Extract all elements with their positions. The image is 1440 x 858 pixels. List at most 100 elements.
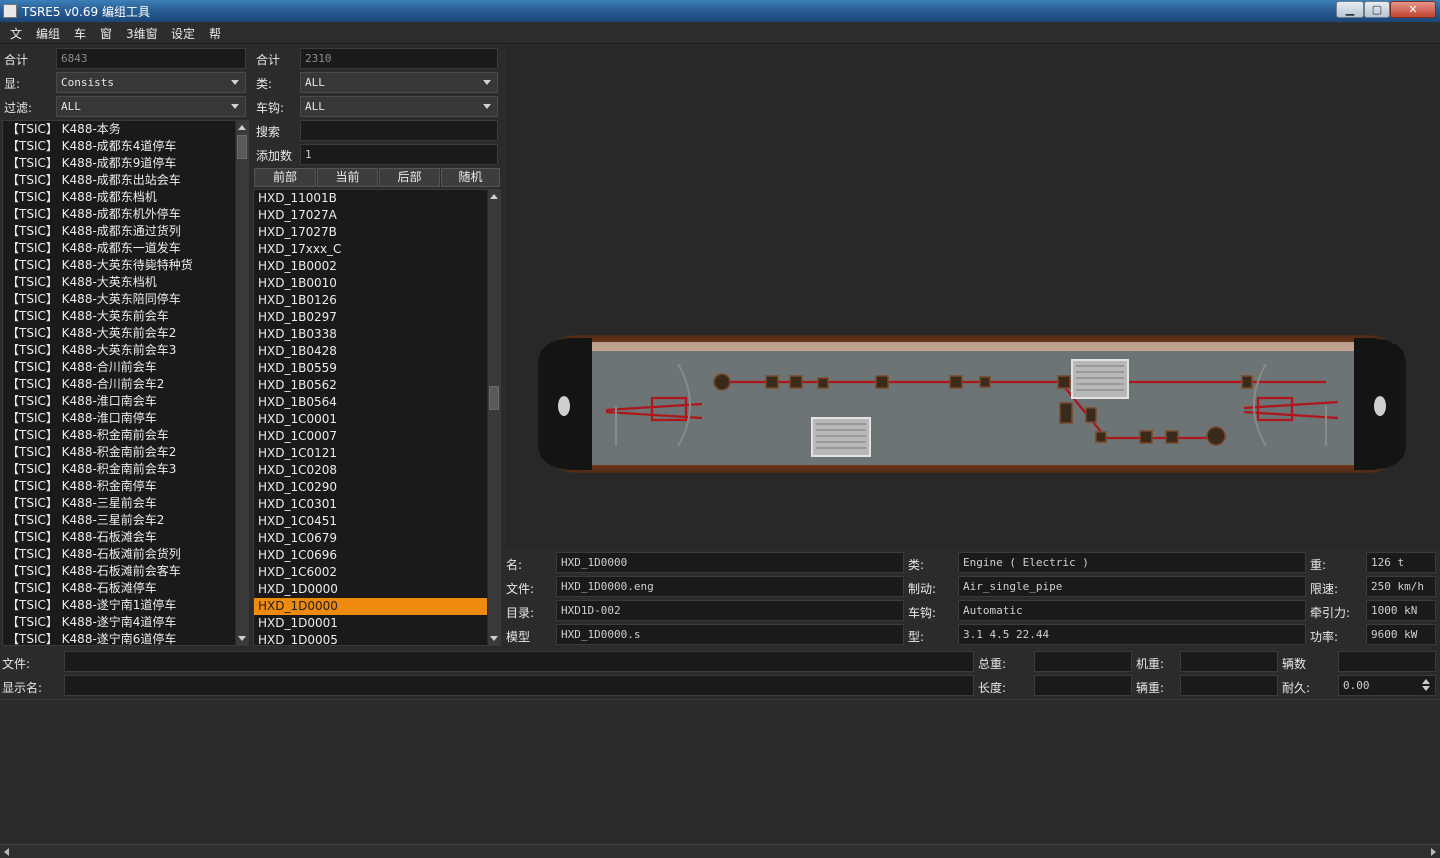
scroll-down-icon[interactable] bbox=[490, 636, 498, 641]
add-front-button[interactable]: 前部 bbox=[254, 168, 316, 187]
engine-list-scrollbar[interactable] bbox=[487, 190, 500, 645]
display-name-label: 显示名: bbox=[2, 681, 43, 695]
engine-list-item[interactable]: HXD_1C0121 bbox=[254, 445, 500, 462]
display-select[interactable]: Consists bbox=[56, 72, 246, 93]
consist-file-input[interactable] bbox=[64, 651, 974, 672]
consist-list-item[interactable]: 【TSIC】 K488-遂宁南1道停车 bbox=[3, 597, 248, 614]
engine-list-item[interactable]: HXD_1D0001 bbox=[254, 615, 500, 632]
engine-list-item[interactable]: HXD_1B0297 bbox=[254, 309, 500, 326]
engine-list-item[interactable]: HXD_1C0290 bbox=[254, 479, 500, 496]
engine-list-item[interactable]: HXD_1B0559 bbox=[254, 360, 500, 377]
display-name-input[interactable] bbox=[64, 675, 974, 696]
add-current-button[interactable]: 当前 bbox=[317, 168, 378, 187]
consist-list-item[interactable]: 【TSIC】 K488-积金南前会车 bbox=[3, 427, 248, 444]
consist-list-item[interactable]: 【TSIC】 K488-大英东待毙特种货 bbox=[3, 257, 248, 274]
scroll-up-icon[interactable] bbox=[490, 194, 498, 199]
engine-list-item[interactable]: HXD_1B0564 bbox=[254, 394, 500, 411]
consist-list-item[interactable]: 【TSIC】 K488-合川前会车2 bbox=[3, 376, 248, 393]
engine-list-item[interactable]: HXD_1D0005 bbox=[254, 632, 500, 645]
consist-list-item[interactable]: 【TSIC】 K488-大英东前会车3 bbox=[3, 342, 248, 359]
consist-list-item[interactable]: 【TSIC】 K488-石板滩前会客车 bbox=[3, 563, 248, 580]
scroll-thumb[interactable] bbox=[489, 386, 499, 410]
menu-help[interactable]: 帮 bbox=[209, 25, 221, 42]
engine-list-item[interactable]: HXD_1D0000 bbox=[254, 598, 500, 615]
consist-list-item[interactable]: 【TSIC】 K488-石板滩前会货列 bbox=[3, 546, 248, 563]
consist-list-item[interactable]: 【TSIC】 K488-遂宁南4道停车 bbox=[3, 614, 248, 631]
scroll-right-icon[interactable] bbox=[1431, 848, 1436, 856]
consist-list-item[interactable]: 【TSIC】 K488-三星前会车 bbox=[3, 495, 248, 512]
menu-car[interactable]: 车 bbox=[74, 25, 86, 42]
consist-list-item[interactable]: 【TSIC】 K488-成都东档机 bbox=[3, 189, 248, 206]
engine-list-item[interactable]: HXD_1B0002 bbox=[254, 258, 500, 275]
consist-list-item[interactable]: 【TSIC】 K488-三星前会车2 bbox=[3, 512, 248, 529]
engine-list-item[interactable]: HXD_1B0428 bbox=[254, 343, 500, 360]
consist-horizontal-scrollbar[interactable] bbox=[0, 844, 1440, 858]
consist-list[interactable]: 【TSIC】 K488-本务 【TSIC】 K488-成都东4道停车 【TSIC】 … bbox=[2, 120, 249, 646]
consist-list-item[interactable]: 【TSIC】 K488-大英东陪同停车 bbox=[3, 291, 248, 308]
engine-list-item[interactable]: HXD_1C0001 bbox=[254, 411, 500, 428]
engine-list-item[interactable]: HXD_1B0126 bbox=[254, 292, 500, 309]
title-bar[interactable]: TSRE5 v0.69 编组工具 ▁ ▢ ✕ bbox=[0, 0, 1440, 22]
consist-list-item[interactable]: 【TSIC】 K488-成都东一道发车 bbox=[3, 240, 248, 257]
consist-editor-area[interactable] bbox=[0, 699, 1440, 844]
maximize-button[interactable]: ▢ bbox=[1364, 1, 1390, 18]
consist-list-item[interactable]: 【TSIC】 K488-遂宁南6道停车 bbox=[3, 631, 248, 645]
menu-3d-window[interactable]: 3维窗 bbox=[126, 25, 158, 42]
durability-spinbox[interactable]: 0.00 bbox=[1338, 675, 1436, 696]
add-back-button[interactable]: 后部 bbox=[379, 168, 440, 187]
consist-list-item[interactable]: 【TSIC】 K488-成都东9道停车 bbox=[3, 155, 248, 172]
engine-list-item[interactable]: HXD_1C0301 bbox=[254, 496, 500, 513]
consist-list-item[interactable]: 【TSIC】 K488-本务 bbox=[3, 121, 248, 138]
consist-list-item[interactable]: 【TSIC】 K488-淮口南会车 bbox=[3, 393, 248, 410]
consist-list-item[interactable]: 【TSIC】 K488-石板滩会车 bbox=[3, 529, 248, 546]
scroll-thumb[interactable] bbox=[237, 135, 247, 159]
consist-list-item[interactable]: 【TSIC】 K488-淮口南停车 bbox=[3, 410, 248, 427]
filter-select[interactable]: ALL bbox=[56, 96, 246, 117]
spin-arrows-icon[interactable] bbox=[1422, 679, 1431, 691]
minimize-button[interactable]: ▁ bbox=[1336, 1, 1364, 18]
engine-list-item[interactable]: HXD_1C0679 bbox=[254, 530, 500, 547]
3d-preview-viewport[interactable] bbox=[506, 46, 1440, 549]
add-count-input[interactable]: 1 bbox=[300, 144, 498, 165]
engine-list[interactable]: HXD_11001B HXD_17027A HXD_17027B HXD_17xxx_… bbox=[253, 189, 501, 646]
scroll-down-icon[interactable] bbox=[238, 636, 246, 641]
consist-list-item[interactable]: 【TSIC】 K488-积金南前会车3 bbox=[3, 461, 248, 478]
engine-list-item[interactable]: HXD_1B0010 bbox=[254, 275, 500, 292]
consist-list-item[interactable]: 【TSIC】 K488-石板滩停车 bbox=[3, 580, 248, 597]
consist-list-item[interactable]: 【TSIC】 K488-成都东4道停车 bbox=[3, 138, 248, 155]
type-select[interactable]: ALL bbox=[300, 72, 498, 93]
consist-list-item[interactable]: 【TSIC】 K488-积金南前会车2 bbox=[3, 444, 248, 461]
menu-consist[interactable]: 编组 bbox=[36, 25, 60, 42]
consist-list-scrollbar[interactable] bbox=[235, 121, 248, 645]
consist-list-item[interactable]: 【TSIC】 K488-积金南停车 bbox=[3, 478, 248, 495]
close-button[interactable]: ✕ bbox=[1390, 1, 1436, 18]
consist-list-item[interactable]: 【TSIC】 K488-成都东通过货列 bbox=[3, 223, 248, 240]
engine-list-item[interactable]: HXD_11001B bbox=[254, 190, 500, 207]
add-random-button[interactable]: 随机 bbox=[441, 168, 500, 187]
engine-list-item[interactable]: HXD_1C0451 bbox=[254, 513, 500, 530]
coupler-select[interactable]: ALL bbox=[300, 96, 498, 117]
menu-file[interactable]: 文 bbox=[10, 25, 22, 42]
consist-list-item[interactable]: 【TSIC】 K488-大英东前会车2 bbox=[3, 325, 248, 342]
engine-list-item[interactable]: HXD_17027A bbox=[254, 207, 500, 224]
engine-list-item[interactable]: HXD_17xxx_C bbox=[254, 241, 500, 258]
engine-list-item[interactable]: HXD_1C0208 bbox=[254, 462, 500, 479]
engine-list-item[interactable]: HXD_1C0696 bbox=[254, 547, 500, 564]
engine-list-item[interactable]: HXD_1B0338 bbox=[254, 326, 500, 343]
engine-list-item[interactable]: HXD_1B0562 bbox=[254, 377, 500, 394]
consist-list-item[interactable]: 【TSIC】 K488-成都东机外停车 bbox=[3, 206, 248, 223]
consist-list-item[interactable]: 【TSIC】 K488-成都东出站会车 bbox=[3, 172, 248, 189]
engine-list-item[interactable]: HXD_1C0007 bbox=[254, 428, 500, 445]
scroll-up-icon[interactable] bbox=[238, 125, 246, 130]
engine-list-item[interactable]: HXD_1C6002 bbox=[254, 564, 500, 581]
search-input[interactable] bbox=[300, 120, 498, 141]
menu-settings[interactable]: 设定 bbox=[171, 25, 195, 42]
menu-window[interactable]: 窗 bbox=[100, 25, 112, 42]
engine-list-item[interactable]: HXD_1D0000 bbox=[254, 581, 500, 598]
consist-list-item[interactable]: 【TSIC】 K488-合川前会车 bbox=[3, 359, 248, 376]
detail-name-label: 名: bbox=[506, 558, 523, 572]
scroll-left-icon[interactable] bbox=[4, 848, 9, 856]
consist-list-item[interactable]: 【TSIC】 K488-大英东档机 bbox=[3, 274, 248, 291]
engine-list-item[interactable]: HXD_17027B bbox=[254, 224, 500, 241]
consist-list-item[interactable]: 【TSIC】 K488-大英东前会车 bbox=[3, 308, 248, 325]
